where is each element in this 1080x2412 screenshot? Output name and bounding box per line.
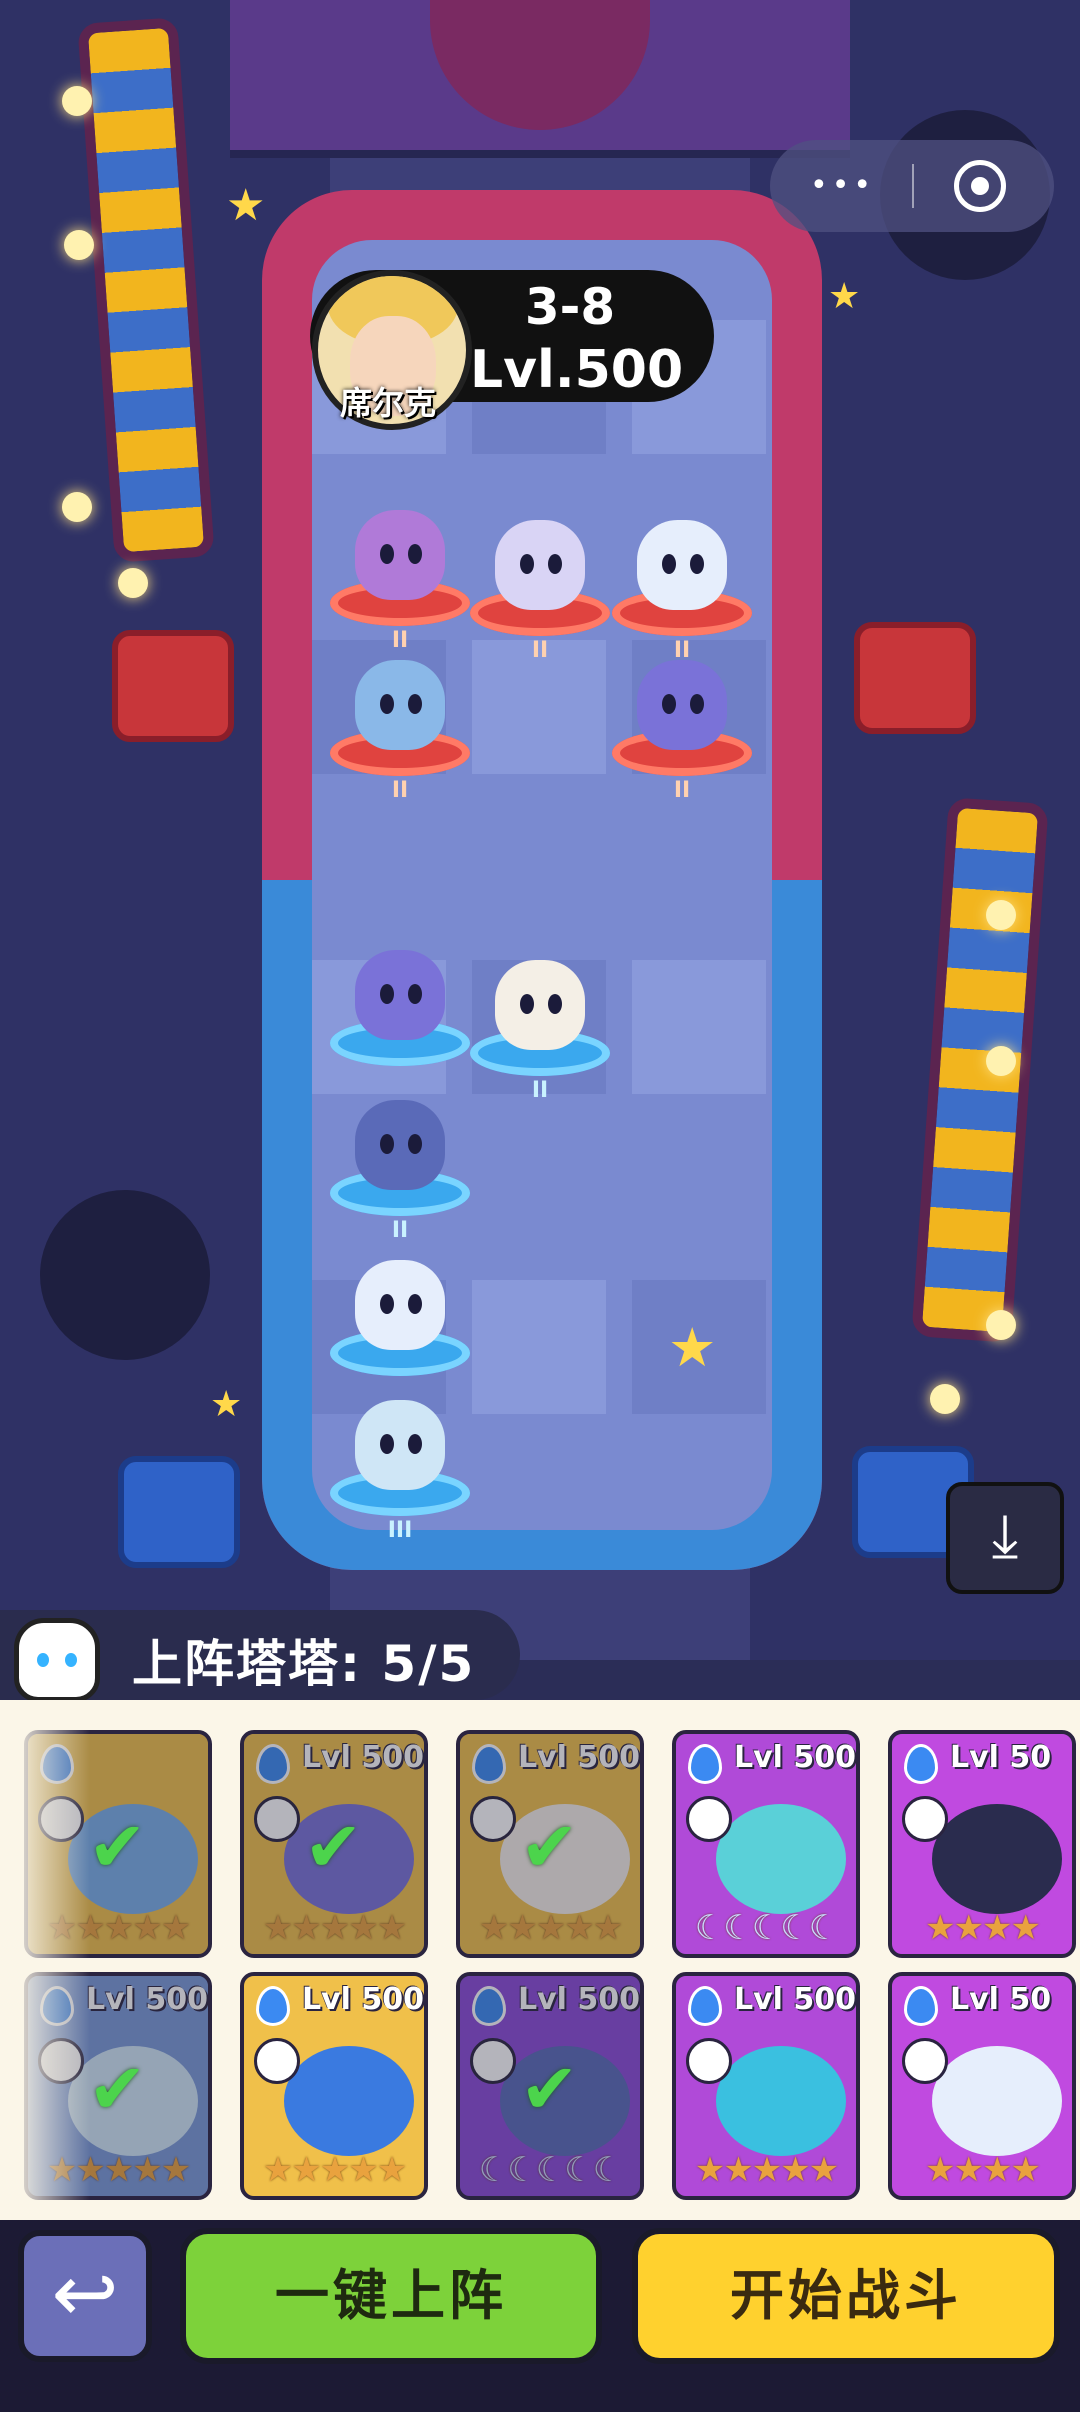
opponent-stage: 3-8 bbox=[524, 278, 616, 336]
more-options-icon[interactable]: ••• bbox=[810, 168, 875, 203]
tower-card[interactable]: Lvl 50 ★★★★ bbox=[888, 1972, 1076, 2200]
ally-creature-crab[interactable] bbox=[330, 950, 470, 1066]
light-bulb bbox=[930, 1384, 960, 1414]
start-battle-button[interactable]: 开始战斗 bbox=[632, 2228, 1060, 2364]
ally-rank: III bbox=[387, 1518, 413, 1543]
light-bulb bbox=[62, 86, 92, 116]
selected-check-icon: ✔ bbox=[304, 1806, 363, 1888]
red-star-box bbox=[854, 622, 976, 734]
enemy-rank: II bbox=[391, 778, 409, 803]
ally-creature-dragon[interactable]: III bbox=[330, 1400, 470, 1543]
light-bulb bbox=[986, 1310, 1016, 1340]
opponent-level: Lvl.500 bbox=[470, 340, 684, 400]
vs-emblem bbox=[430, 0, 650, 130]
tower-card-panel: ★★★★★ ✔ Lvl 500 ★★★★★ ✔ Lvl 500 ★★★★★ ✔ … bbox=[0, 1700, 1080, 2220]
enemy-creature-chameleon[interactable]: II bbox=[330, 660, 470, 803]
download-icon: ⤓ bbox=[991, 1501, 1019, 1571]
light-bulb bbox=[64, 230, 94, 260]
selected-check-icon: ✔ bbox=[520, 1806, 579, 1888]
star-decoration-icon: ★ bbox=[226, 180, 266, 231]
cat-mascot-icon bbox=[14, 1618, 100, 1702]
tower-card[interactable]: Lvl 500 ☾☾☾☾☾ ✔ bbox=[456, 1972, 644, 2200]
enemy-rank: II bbox=[673, 778, 691, 803]
enemy-creature-ghost[interactable]: II bbox=[612, 520, 752, 663]
tower-card[interactable]: Lvl 500 ★★★★★ ✔ bbox=[456, 1730, 644, 1958]
ally-creature-capybara[interactable]: II bbox=[330, 1100, 470, 1243]
red-star-box bbox=[112, 630, 234, 742]
enemy-rank: II bbox=[391, 628, 409, 653]
enemy-rank: II bbox=[531, 638, 549, 663]
blue-cat-box bbox=[118, 1456, 240, 1568]
vs-banner bbox=[230, 0, 850, 158]
back-arrow-icon: ↩ bbox=[51, 2247, 119, 2340]
spotlight-lamp bbox=[40, 1190, 210, 1360]
ally-rank: II bbox=[391, 1218, 409, 1243]
star-decoration-icon: ★ bbox=[210, 1384, 243, 1425]
selected-check-icon: ✔ bbox=[520, 2048, 579, 2130]
team-count-label: 上阵塔塔: 5/5 bbox=[132, 1635, 476, 1693]
light-bulb bbox=[986, 1046, 1016, 1076]
light-bulb bbox=[986, 900, 1016, 930]
back-button[interactable]: ↩ bbox=[18, 2230, 152, 2362]
star-decoration-icon: ★ bbox=[668, 1316, 717, 1379]
selected-check-icon: ✔ bbox=[88, 2048, 147, 2130]
light-bulb bbox=[62, 492, 92, 522]
ally-creature-panda[interactable]: II bbox=[470, 960, 610, 1103]
close-target-icon[interactable] bbox=[954, 160, 1006, 212]
selected-check-icon: ✔ bbox=[88, 1806, 147, 1888]
enemy-creature-jelly[interactable]: II bbox=[470, 520, 610, 663]
tower-card[interactable]: Lvl 500 ★★★★★ ✔ bbox=[240, 1730, 428, 1958]
auto-deploy-button[interactable]: 一键上阵 bbox=[180, 2228, 602, 2364]
enemy-creature-crab[interactable]: II bbox=[612, 660, 752, 803]
ally-creature-ghost[interactable] bbox=[330, 1260, 470, 1376]
tower-card[interactable]: Lvl 50 ★★★★ bbox=[888, 1730, 1076, 1958]
miniprogram-capsule: ••• bbox=[770, 140, 1054, 232]
tower-card[interactable]: Lvl 500 ★★★★★ bbox=[240, 1972, 428, 2200]
download-lineup-button[interactable]: ⤓ bbox=[946, 1482, 1064, 1594]
enemy-creature-fairy[interactable]: II bbox=[330, 510, 470, 653]
opponent-name: 席尔克 bbox=[339, 384, 436, 422]
tower-card[interactable]: Lvl 500 ☾☾☾☾☾ bbox=[672, 1730, 860, 1958]
tower-card[interactable]: Lvl 500 ★★★★★ bbox=[672, 1972, 860, 2200]
star-decoration-icon: ★ bbox=[828, 276, 861, 317]
scroll-fade bbox=[0, 1720, 90, 2210]
ally-rank: II bbox=[531, 1078, 549, 1103]
battle-arena: ★ ★ ★ ★ 席尔克 3-8 Lvl.500 II II II II II I… bbox=[0, 0, 1080, 1660]
light-bulb bbox=[118, 568, 148, 598]
